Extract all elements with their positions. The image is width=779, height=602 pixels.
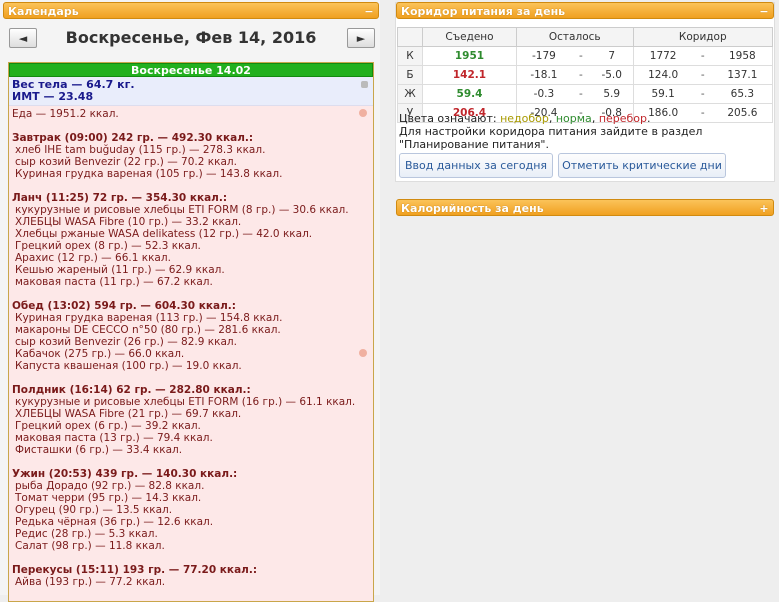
dash-cell: - — [570, 46, 591, 66]
dash-cell: - — [692, 84, 713, 104]
eaten-cell: 142.1 — [422, 65, 517, 85]
corridor-panel-header: Коридор питания за день − — [396, 2, 774, 19]
food-icon[interactable] — [359, 109, 367, 117]
day-panel: Воскресенье 14.02 Вес тела — 64.7 кг. ИМ… — [8, 62, 374, 602]
meal-item[interactable]: маковая паста (11 гр.) — 67.2 ккал. — [12, 276, 370, 288]
left-a-cell: -179 — [515, 46, 571, 66]
page-title: Воскресенье, Фев 14, 2016 — [65, 28, 317, 47]
scale-icon[interactable] — [361, 81, 368, 88]
meal-item[interactable]: макароны DE CECCO n°50 (80 гр.) — 281.6 … — [12, 324, 370, 336]
dash-cell: - — [692, 65, 713, 85]
corridor-a-cell: 1772 — [632, 46, 693, 66]
meal-item[interactable]: сыр козий Benvezir (22 гр.) — 70.2 ккал. — [12, 156, 370, 168]
meal-title[interactable]: Обед (13:02) 594 гр. — 604.30 ккал.: — [12, 300, 370, 312]
corridor-b-cell: 137.1 — [712, 65, 773, 85]
food-icon[interactable] — [359, 349, 367, 357]
calendar-header-label: Календарь — [8, 5, 79, 18]
left-b-cell: 5.9 — [590, 84, 634, 104]
left-b-cell: 7 — [590, 46, 634, 66]
meal-item[interactable]: Айва (193 гр.) — 77.2 ккал. — [12, 576, 370, 588]
table-corner — [397, 27, 423, 47]
meal-item[interactable]: Салат (98 гр.) — 11.8 ккал. — [12, 540, 370, 552]
legend-prefix: Цвета означают: — [399, 112, 497, 125]
corridor-legend: Цвета означают: недобор, норма, перебор.… — [399, 112, 769, 151]
calendar-column: Календарь − ◄ Воскресенье, Фев 14, 2016 … — [0, 0, 380, 602]
food-total: Еда — 1951.2 ккал. — [12, 108, 119, 120]
row-label: К — [397, 46, 423, 66]
meal-item[interactable]: ХЛЕБЦЫ WASA Fibre (21 гр.) — 69.7 ккал. — [12, 408, 370, 420]
meal-item[interactable]: кукурузные и рисовые хлебцы ETI FORM (16… — [12, 396, 370, 408]
meal-item[interactable]: Куриная грудка вареная (105 гр.) — 143.8… — [12, 168, 370, 180]
collapse-icon[interactable]: − — [758, 3, 770, 20]
corridor-table: Съедено Осталось Коридор К 1951 -179-7 1772… — [397, 27, 774, 123]
meal-item[interactable]: Грецкий орех (6 гр.) — 39.2 ккал. — [12, 420, 370, 432]
meal-title[interactable]: Ужин (20:53) 439 гр. — 140.30 ккал.: — [12, 468, 370, 480]
left-a-cell: -0.3 — [515, 84, 571, 104]
meal-item[interactable]: кукурузные и рисовые хлебцы ETI FORM (8 … — [12, 204, 370, 216]
meal-item[interactable]: хлеб IHE tam buğuday (115 гр.) — 278.3 к… — [12, 144, 370, 156]
calories-panel-header[interactable]: Калорийность за день + — [396, 199, 774, 216]
body-stats[interactable]: Вес тела — 64.7 кг. ИМТ — 23.48 — [9, 77, 373, 106]
meal-item[interactable]: Грецкий орех (8 гр.) — 52.3 ккал. — [12, 240, 370, 252]
settings-hint: Для настройки коридора питания зайдите в… — [399, 125, 703, 138]
meal-item[interactable]: Кешью жареный (11 гр.) — 62.9 ккал. — [12, 264, 370, 276]
meal-item[interactable]: Арахис (12 гр.) — 66.1 ккал. — [12, 252, 370, 264]
meal-item[interactable]: Редька чёрная (36 гр.) — 12.6 ккал. — [12, 516, 370, 528]
column-header-eaten: Съедено — [422, 27, 517, 47]
meal-item[interactable]: Томат черри (95 гр.) — 14.3 ккал. — [12, 492, 370, 504]
bmi-line: ИМТ — 23.48 — [12, 90, 94, 103]
meal-item[interactable]: ХЛЕБЦЫ WASA Fibre (10 гр.) — 33.2 ккал. — [12, 216, 370, 228]
meal-item[interactable]: сыр козий Benvezir (26 гр.) — 82.9 ккал. — [12, 336, 370, 348]
meal-item[interactable]: Хлебцы ржаные WASA delikatess (12 гр.) —… — [12, 228, 370, 240]
meal-item[interactable]: Редис (28 гр.) — 5.3 ккал. — [12, 528, 370, 540]
day-bar[interactable]: Воскресенье 14.02 — [9, 63, 373, 77]
food-log[interactable]: Еда — 1951.2 ккал. Завтрак (09:00) 242 г… — [9, 106, 373, 590]
enter-today-button[interactable]: Ввод данных за сегодня — [399, 153, 553, 178]
meal-item[interactable]: Капуста квашеная (100 гр.) — 19.0 ккал. — [12, 360, 370, 372]
expand-icon[interactable]: + — [758, 200, 770, 217]
corridor-b-cell: 65.3 — [712, 84, 773, 104]
corridor-a-cell: 59.1 — [632, 84, 693, 104]
column-header-corridor: Коридор — [632, 27, 774, 47]
meal-item[interactable]: маковая паста (13 гр.) — 79.4 ккал. — [12, 432, 370, 444]
settings-link[interactable]: "Планирование питания". — [399, 138, 769, 151]
meal-title[interactable]: Завтрак (09:00) 242 гр. — 492.30 ккал.: — [12, 132, 370, 144]
meal-item[interactable]: Фисташки (6 гр.) — 33.4 ккал. — [12, 444, 370, 456]
critical-days-button[interactable]: Отметить критические дни — [558, 153, 726, 178]
meal-title[interactable]: Полдник (16:14) 62 гр. — 282.80 ккал.: — [12, 384, 370, 396]
legend-under: недобор — [500, 112, 549, 125]
table-row: Ж 59.4 -0.3-5.9 59.1-65.3 — [397, 84, 773, 104]
column-header-left: Осталось — [515, 27, 634, 47]
collapse-icon[interactable]: − — [363, 3, 375, 20]
dash-cell: - — [570, 65, 591, 85]
dash-cell: - — [692, 46, 713, 66]
meal-title[interactable]: Ланч (11:25) 72 гр. — 354.30 ккал.: — [12, 192, 370, 204]
calendar-panel-header: Календарь − — [3, 2, 379, 19]
left-b-cell: -5.0 — [590, 65, 634, 85]
corridor-a-cell: 124.0 — [632, 65, 693, 85]
corridor-header-label: Коридор питания за день — [401, 5, 566, 18]
prev-day-button[interactable]: ◄ — [9, 28, 37, 48]
corridor-b-cell: 1958 — [712, 46, 773, 66]
legend-norm: норма — [555, 112, 592, 125]
meal-item[interactable]: Огурец (90 гр.) — 13.5 ккал. — [12, 504, 370, 516]
calories-header-label: Калорийность за день — [401, 202, 544, 215]
meal-title[interactable]: Перекусы (15:11) 193 гр. — 77.20 ккал.: — [12, 564, 370, 576]
dash-cell: - — [570, 84, 591, 104]
table-row: Б 142.1 -18.1- -5.0 124.0-137.1 — [397, 65, 773, 85]
eaten-cell: 1951 — [422, 46, 517, 66]
legend-over: перебор — [598, 112, 648, 125]
eaten-cell: 59.4 — [422, 84, 517, 104]
left-a-cell: -18.1 — [515, 65, 571, 85]
next-day-button[interactable]: ► — [347, 28, 375, 48]
row-label: Б — [397, 65, 423, 85]
meal-item[interactable]: Кабачок (275 гр.) — 66.0 ккал. — [12, 348, 370, 360]
table-row: К 1951 -179-7 1772-1958 — [397, 46, 773, 66]
row-label: Ж — [397, 84, 423, 104]
meal-item[interactable]: рыба Дорадо (92 гр.) — 82.8 ккал. — [12, 480, 370, 492]
meal-item[interactable]: Куриная грудка вареная (113 гр.) — 154.8… — [12, 312, 370, 324]
